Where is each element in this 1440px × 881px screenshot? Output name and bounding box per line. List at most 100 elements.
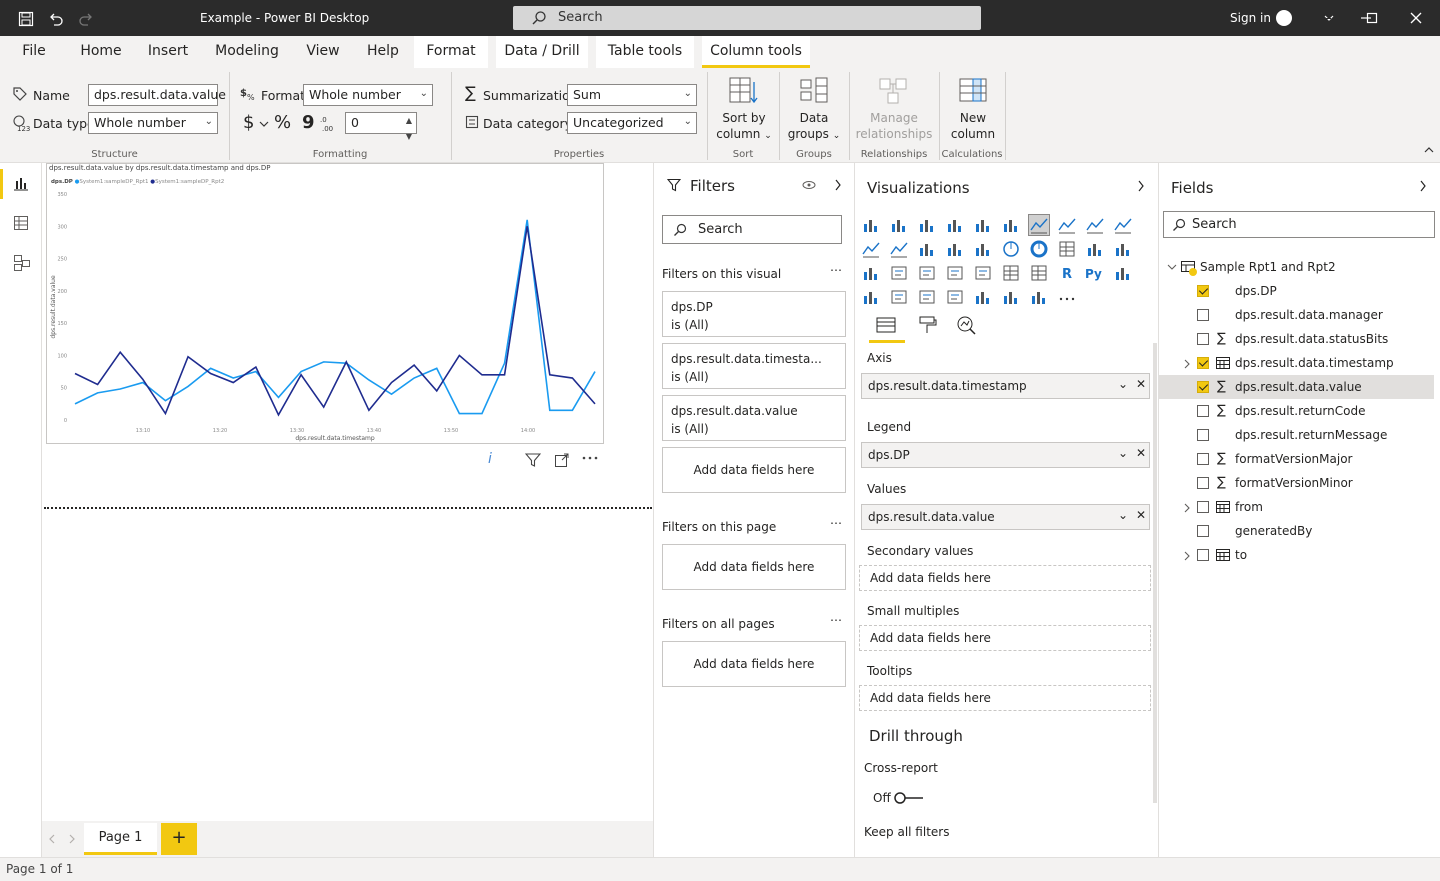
waterfall-viz-icon[interactable] (917, 239, 937, 259)
visual-filter-drop-zone[interactable]: Add data fields here (662, 447, 846, 493)
clustered-bar-viz-icon[interactable] (917, 215, 937, 235)
tab-format[interactable]: Format (414, 36, 488, 68)
field-item[interactable]: from (1159, 495, 1434, 519)
remove-field-icon[interactable]: ✕ (1136, 446, 1146, 460)
field-checkbox[interactable] (1197, 501, 1209, 513)
gauge-viz-icon[interactable] (861, 263, 881, 283)
report-canvas[interactable]: dps.result.data.value by dps.result.data… (42, 163, 653, 821)
clustered-column-viz-icon[interactable] (945, 215, 965, 235)
card-viz-icon[interactable] (889, 263, 909, 283)
more-options-icon[interactable] (582, 455, 598, 461)
table-node[interactable]: Sample Rpt1 and Rpt2 (1159, 255, 1434, 279)
100-column-viz-icon[interactable] (1001, 215, 1021, 235)
info-icon[interactable]: i (488, 451, 492, 467)
matrix-viz-icon[interactable] (1029, 263, 1049, 283)
manage-relationships-button[interactable]: Manage relationships (852, 76, 936, 142)
tab-data-drill[interactable]: Data / Drill (496, 36, 588, 68)
spinner-icon[interactable]: ▲ ▼ (406, 113, 412, 145)
datatype-select[interactable]: Whole number ⌄ (88, 112, 218, 134)
field-checkbox[interactable] (1197, 453, 1209, 465)
line-clustered-viz-icon[interactable] (861, 239, 881, 259)
table-viz-icon[interactable] (1001, 263, 1021, 283)
field-checkbox[interactable] (1197, 429, 1209, 441)
title-search-box[interactable]: Search (513, 6, 981, 30)
smart-narrative-viz-icon[interactable] (917, 287, 937, 307)
field-item[interactable]: to (1159, 543, 1434, 567)
all-pages-filter-drop-zone[interactable]: Add data fields here (662, 641, 846, 687)
donut-viz-icon[interactable] (1029, 239, 1049, 259)
tab-table-tools[interactable]: Table tools (596, 36, 694, 68)
field-checkbox[interactable] (1197, 357, 1209, 369)
field-checkbox[interactable] (1197, 285, 1209, 297)
scatter-viz-icon[interactable] (973, 239, 993, 259)
chevron-right-icon[interactable] (1183, 359, 1191, 369)
focus-mode-icon[interactable] (554, 452, 570, 468)
more-options-icon[interactable]: ⋯ (830, 516, 842, 530)
chevron-down-icon[interactable] (1167, 263, 1177, 271)
chevron-up-icon[interactable] (1424, 146, 1434, 154)
close-icon[interactable] (1410, 12, 1422, 24)
sign-in-link[interactable]: Sign in (1230, 11, 1271, 25)
arcgis-viz-icon[interactable] (1029, 287, 1049, 307)
save-icon[interactable] (18, 11, 34, 27)
eye-icon[interactable] (802, 180, 816, 190)
100-bar-viz-icon[interactable] (973, 215, 993, 235)
decomposition-tree-viz-icon[interactable] (861, 287, 881, 307)
field-item[interactable]: dps.DP (1159, 279, 1434, 303)
slicer-viz-icon[interactable] (973, 263, 993, 283)
chevron-right-icon[interactable] (834, 179, 842, 191)
stacked-area-viz-icon[interactable] (1085, 215, 1105, 235)
field-checkbox[interactable] (1197, 381, 1209, 393)
filled-map-viz-icon[interactable] (1113, 239, 1133, 259)
legend-well[interactable]: dps.DP ⌄ ✕ (861, 442, 1150, 468)
maximize-icon[interactable] (1366, 12, 1378, 24)
account-avatar[interactable] (1276, 10, 1292, 26)
undo-icon[interactable] (48, 11, 64, 27)
field-item[interactable]: ∑ formatVersionMajor (1159, 447, 1434, 471)
page-tab-1[interactable]: Page 1 (84, 823, 157, 855)
tab-file[interactable]: File (14, 36, 54, 68)
data-view-icon[interactable] (13, 215, 29, 231)
filter-card[interactable]: dps.result.data.value is (All) (662, 395, 846, 441)
tab-column-tools[interactable]: Column tools (702, 36, 810, 68)
treemap-viz-icon[interactable] (1057, 239, 1077, 259)
name-input[interactable]: dps.result.data.value (88, 84, 226, 106)
datacategory-select[interactable]: Uncategorized ⌄ (567, 112, 697, 134)
more-viz-icon[interactable] (1057, 287, 1077, 307)
data-groups-button[interactable]: Data groups ⌄ (784, 76, 844, 144)
sort-by-column-button[interactable]: Sort by column ⌄ (712, 76, 776, 144)
field-item[interactable]: ∑ formatVersionMinor (1159, 471, 1434, 495)
line-column-viz-icon[interactable] (1113, 215, 1133, 235)
filter-icon[interactable] (525, 452, 541, 468)
remove-field-icon[interactable]: ✕ (1136, 377, 1146, 391)
values-well[interactable]: dps.result.data.value ⌄ ✕ (861, 504, 1150, 530)
new-column-button[interactable]: New column (944, 76, 1002, 142)
field-checkbox[interactable] (1197, 309, 1209, 321)
add-page-button[interactable]: + (161, 823, 197, 855)
filter-card[interactable]: dps.DP is (All) (662, 291, 846, 337)
key-influencers-viz-icon[interactable] (1113, 263, 1133, 283)
chevron-left-icon[interactable] (48, 834, 56, 844)
map-viz-icon[interactable] (1085, 239, 1105, 259)
qa-viz-icon[interactable] (889, 287, 909, 307)
format-select[interactable]: Whole number ⌄ (303, 84, 433, 106)
tab-modeling[interactable]: Modeling (212, 36, 282, 68)
stacked-bar-viz-icon[interactable] (861, 215, 881, 235)
chevron-right-icon[interactable] (1183, 503, 1191, 513)
tab-home[interactable]: Home (76, 36, 126, 68)
field-item[interactable]: ∑ dps.result.returnCode (1159, 399, 1434, 423)
field-item[interactable]: dps.result.data.timestamp (1159, 351, 1434, 375)
field-item[interactable]: dps.result.data.manager (1159, 303, 1434, 327)
small-multiples-drop-zone[interactable]: Add data fields here (859, 625, 1151, 651)
summarization-select[interactable]: Sum ⌄ (567, 84, 697, 106)
paginated-viz-icon[interactable] (945, 287, 965, 307)
chevron-right-icon[interactable] (1183, 551, 1191, 561)
cross-report-toggle[interactable] (893, 791, 925, 805)
filter-card[interactable]: dps.result.data.timesta... is (All) (662, 343, 846, 389)
fields-well-icon[interactable] (875, 315, 897, 335)
field-item[interactable]: ∑ dps.result.data.value (1159, 375, 1434, 399)
chevron-right-icon[interactable] (1419, 180, 1427, 192)
resize-handle[interactable] (42, 161, 46, 165)
more-options-icon[interactable]: ⋯ (830, 263, 842, 277)
line-chart-visual[interactable]: dps.result.data.value by dps.result.data… (46, 163, 604, 444)
